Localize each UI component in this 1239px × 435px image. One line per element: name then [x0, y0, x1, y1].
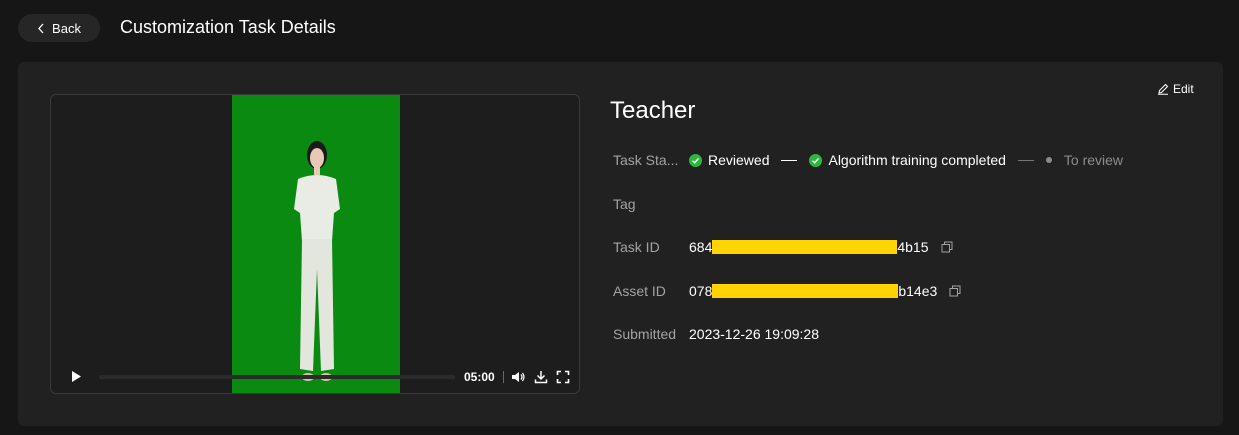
edit-button[interactable]: Edit	[1157, 82, 1194, 96]
control-divider	[503, 371, 504, 383]
video-controls: 05:00	[51, 361, 579, 393]
tag-row: Tag	[613, 196, 689, 212]
status-step-reviewed: Reviewed	[689, 152, 769, 168]
download-icon[interactable]	[534, 370, 548, 384]
redaction-bar	[712, 284, 899, 298]
pending-dot-icon	[1045, 157, 1052, 163]
check-circle-icon	[809, 153, 823, 167]
asset-id-row: Asset ID 078 b14e3	[613, 283, 961, 299]
presenter-figure	[294, 141, 340, 381]
progress-bar[interactable]	[99, 375, 455, 379]
tag-label: Tag	[613, 196, 636, 212]
check-circle-icon	[689, 153, 702, 167]
edit-button-label: Edit	[1173, 82, 1194, 96]
pencil-icon	[1158, 83, 1169, 95]
task-id-label: Task ID	[613, 239, 660, 255]
status-connector	[1017, 159, 1034, 161]
task-details-card: 05:00 Edit Teacher Task Sta... Reviewed …	[18, 62, 1223, 426]
chevron-left-icon	[38, 23, 44, 33]
back-button[interactable]: Back	[18, 14, 100, 42]
status-step-label: To review	[1063, 152, 1124, 168]
play-icon[interactable]	[71, 370, 82, 383]
asset-id-suffix: b14e3	[898, 283, 938, 299]
page-header: Back Customization Task Details	[0, 0, 1239, 56]
video-frame	[232, 95, 400, 393]
redaction-bar	[712, 240, 898, 254]
asset-id-value: 078 b14e3	[689, 283, 961, 299]
status-step-label: Algorithm training completed	[828, 152, 1006, 168]
task-status-label: Task Sta...	[613, 152, 679, 168]
status-connector	[781, 159, 798, 161]
asset-id-label: Asset ID	[613, 283, 666, 299]
submitted-row: Submitted 2023-12-26 19:09:28	[613, 326, 819, 342]
fullscreen-icon[interactable]	[556, 370, 570, 384]
task-id-prefix: 684	[689, 239, 713, 255]
back-button-label: Back	[52, 20, 81, 36]
status-step-label: Reviewed	[708, 152, 770, 168]
volume-icon[interactable]	[511, 370, 525, 384]
copy-icon[interactable]	[949, 285, 961, 297]
submitted-label: Submitted	[613, 326, 677, 342]
submitted-value: 2023-12-26 19:09:28	[689, 326, 819, 342]
task-status-steps: Reviewed Algorithm training completed To…	[689, 152, 1123, 168]
task-id-value: 684 4b15	[689, 239, 953, 255]
status-step-to-review: To review	[1045, 152, 1124, 168]
task-id-suffix: 4b15	[897, 239, 929, 255]
page-title: Customization Task Details	[120, 17, 336, 37]
asset-id-prefix: 078	[689, 283, 713, 299]
copy-icon[interactable]	[941, 241, 953, 253]
task-status-row: Task Sta... Reviewed Algorithm training …	[613, 152, 1123, 168]
task-id-row: Task ID 684 4b15	[613, 239, 953, 255]
video-duration: 05:00	[464, 370, 495, 384]
video-player[interactable]: 05:00	[50, 94, 580, 394]
asset-title: Teacher	[610, 97, 696, 124]
status-step-training: Algorithm training completed	[809, 152, 1006, 168]
